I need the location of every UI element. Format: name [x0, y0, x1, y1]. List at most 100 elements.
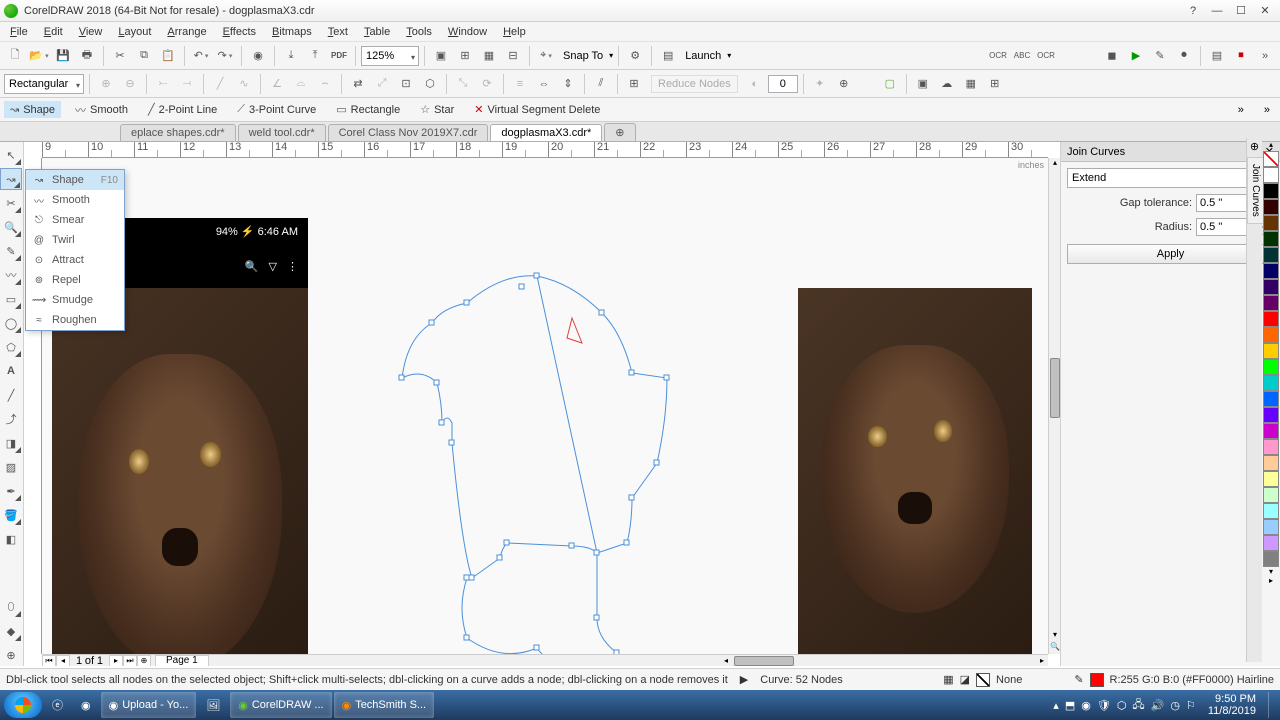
color-swatch[interactable]	[1263, 199, 1279, 215]
join-nodes-icon[interactable]: ⤚	[152, 73, 174, 95]
add-node-icon[interactable]: ⊕	[95, 73, 117, 95]
overflow-icon[interactable]: »	[1254, 45, 1276, 67]
to-curve-icon[interactable]: ∿	[233, 73, 255, 95]
elastic-icon[interactable]: ⫽	[590, 73, 612, 95]
launch-label[interactable]: Launch	[681, 50, 725, 62]
macro-stop-icon[interactable]: ◼	[1101, 45, 1123, 67]
color-swatch[interactable]	[1263, 359, 1279, 375]
grid3-icon[interactable]: ⊞	[984, 73, 1006, 95]
selection-mode-dropdown[interactable]: Rectangular	[4, 74, 84, 94]
close-button[interactable]: ✕	[1254, 3, 1276, 19]
reflect-v-icon[interactable]: ⇕	[557, 73, 579, 95]
page-last-icon[interactable]: ⏭	[123, 655, 137, 667]
color-swatch[interactable]	[1263, 279, 1279, 295]
fill-tool-icon[interactable]: 🪣	[0, 504, 22, 526]
artistic-tool-icon[interactable]: 〰	[0, 264, 22, 286]
apply-button[interactable]: Apply	[1067, 244, 1274, 264]
macro-rec-icon[interactable]: ⏺	[1173, 45, 1195, 67]
expand-toolbox-icon[interactable]: ⊕	[0, 644, 22, 666]
join-mode-dropdown[interactable]: Extend	[1067, 168, 1274, 188]
copy-icon[interactable]: ⧉	[133, 45, 155, 67]
doc-tab[interactable]: dogplasmaX3.cdr*	[490, 124, 602, 141]
ellipse-tool-icon[interactable]: ◯	[0, 312, 22, 334]
undo-icon[interactable]: ↶	[190, 45, 212, 67]
break-nodes-icon[interactable]: ⤙	[176, 73, 198, 95]
cut-icon[interactable]: ✂	[109, 45, 131, 67]
shapebar-overflow-icon[interactable]: »	[1232, 104, 1250, 116]
doc-tab[interactable]: weld tool.cdr*	[238, 124, 326, 141]
fullscreen-icon[interactable]: ▣	[430, 45, 452, 67]
vertical-scrollbar[interactable]: ▴ ▾ 🔍	[1048, 158, 1060, 654]
stretch-icon[interactable]: ⤡	[452, 73, 474, 95]
reverse-icon[interactable]: ⇄	[347, 73, 369, 95]
shape-virtual-segment-delete[interactable]: ✕Virtual Segment Delete	[468, 101, 606, 118]
connector-tool-icon[interactable]: ⤴	[0, 408, 22, 430]
page-next-icon[interactable]: ▸	[109, 655, 123, 667]
shape-star[interactable]: ☆Star	[414, 101, 460, 118]
tray-up-icon[interactable]: ▴	[1053, 699, 1059, 712]
trace-icon[interactable]: OCR	[1035, 45, 1057, 67]
no-fill-swatch[interactable]	[1263, 151, 1279, 167]
fill2-tool-icon[interactable]: ◆	[0, 620, 22, 642]
help-button[interactable]: ?	[1182, 3, 1204, 19]
flyout-twirl[interactable]: @Twirl	[26, 230, 124, 250]
menu-edit[interactable]: Edit	[36, 22, 71, 41]
launch-icon[interactable]: ▤	[657, 45, 679, 67]
shape-rectangle[interactable]: ▭Rectangle	[330, 101, 406, 118]
open-icon[interactable]: 📂	[28, 45, 50, 67]
doc-tab[interactable]: Corel Class Nov 2019X7.cdr	[328, 124, 489, 141]
rotate-icon[interactable]: ⟳	[476, 73, 498, 95]
smart-fill-tool-icon[interactable]: ◧	[0, 528, 22, 550]
menu-window[interactable]: Window	[440, 22, 495, 41]
abc-icon[interactable]: ABC	[1011, 45, 1033, 67]
tray-net-icon[interactable]: 🖧	[1132, 696, 1144, 715]
cusp-icon[interactable]: ∠	[266, 73, 288, 95]
color-swatch[interactable]	[1263, 407, 1279, 423]
close-curve-icon[interactable]: ⬡	[419, 73, 441, 95]
color-swatch[interactable]	[1263, 551, 1279, 567]
menu-help[interactable]: Help	[495, 22, 534, 41]
page-prev-icon[interactable]: ◂	[56, 655, 70, 667]
paste-icon[interactable]: 📋	[157, 45, 179, 67]
print-icon[interactable]: 🖶	[76, 45, 98, 67]
shape-tool-icon[interactable]: ↝ ↝ShapeF10〰Smooth⎋Smear@Twirl⊙Attract⊚R…	[0, 168, 22, 190]
polygon-tool-icon[interactable]: ⬠	[0, 336, 22, 358]
pick-tool-icon[interactable]: ↖	[0, 144, 22, 166]
menu-file[interactable]: File	[2, 22, 36, 41]
outline-pen-icon[interactable]: ✎	[1074, 673, 1083, 686]
zoom-dropdown[interactable]: 125%	[361, 46, 419, 66]
cloud-icon[interactable]: ☁	[936, 73, 958, 95]
tray-icon[interactable]: ⚐	[1186, 699, 1196, 712]
color-swatch[interactable]	[1263, 471, 1279, 487]
parallel-tool-icon[interactable]: ╱	[0, 384, 22, 406]
start-button[interactable]	[4, 692, 42, 718]
color-swatch[interactable]	[1263, 327, 1279, 343]
px-icon[interactable]: ▣	[912, 73, 934, 95]
snap-label[interactable]: Snap To	[559, 50, 607, 62]
reduce-nodes-button[interactable]: Reduce Nodes	[651, 75, 738, 93]
page-add-icon[interactable]: ⊕	[137, 655, 151, 667]
outline-tool-icon[interactable]: ⬯	[0, 596, 22, 618]
hscroll-thumb[interactable]	[734, 656, 794, 666]
page-first-icon[interactable]: ⏮	[42, 655, 56, 667]
extend-icon[interactable]: ⤢	[371, 73, 393, 95]
expand-icon[interactable]: ✦	[809, 73, 831, 95]
color-swatch[interactable]	[1263, 231, 1279, 247]
new-doc-icon[interactable]: 🗋	[4, 45, 26, 67]
palette-expand-icon[interactable]: ▸	[1262, 576, 1280, 585]
flyout-shape[interactable]: ↝ShapeF10	[26, 170, 124, 190]
macro-mgr-icon[interactable]: ▤	[1206, 45, 1228, 67]
tray-icon[interactable]: ◷	[1170, 699, 1180, 712]
color-swatch[interactable]	[1263, 247, 1279, 263]
snap-dropdown-icon[interactable]: ⌖	[535, 45, 557, 67]
add-icon[interactable]: ⊕	[833, 73, 855, 95]
redo-icon[interactable]: ↷	[214, 45, 236, 67]
rectangle-tool-icon[interactable]: ▭	[0, 288, 22, 310]
ocr-icon[interactable]: OCR	[987, 45, 1009, 67]
flyout-repel[interactable]: ⊚Repel	[26, 270, 124, 290]
menu-table[interactable]: Table	[356, 22, 398, 41]
status-object-color-icon[interactable]: ◪	[960, 673, 970, 686]
color-swatch[interactable]	[1263, 439, 1279, 455]
palette-up-icon[interactable]: ▴	[1262, 138, 1280, 151]
color-swatch[interactable]	[1263, 183, 1279, 199]
